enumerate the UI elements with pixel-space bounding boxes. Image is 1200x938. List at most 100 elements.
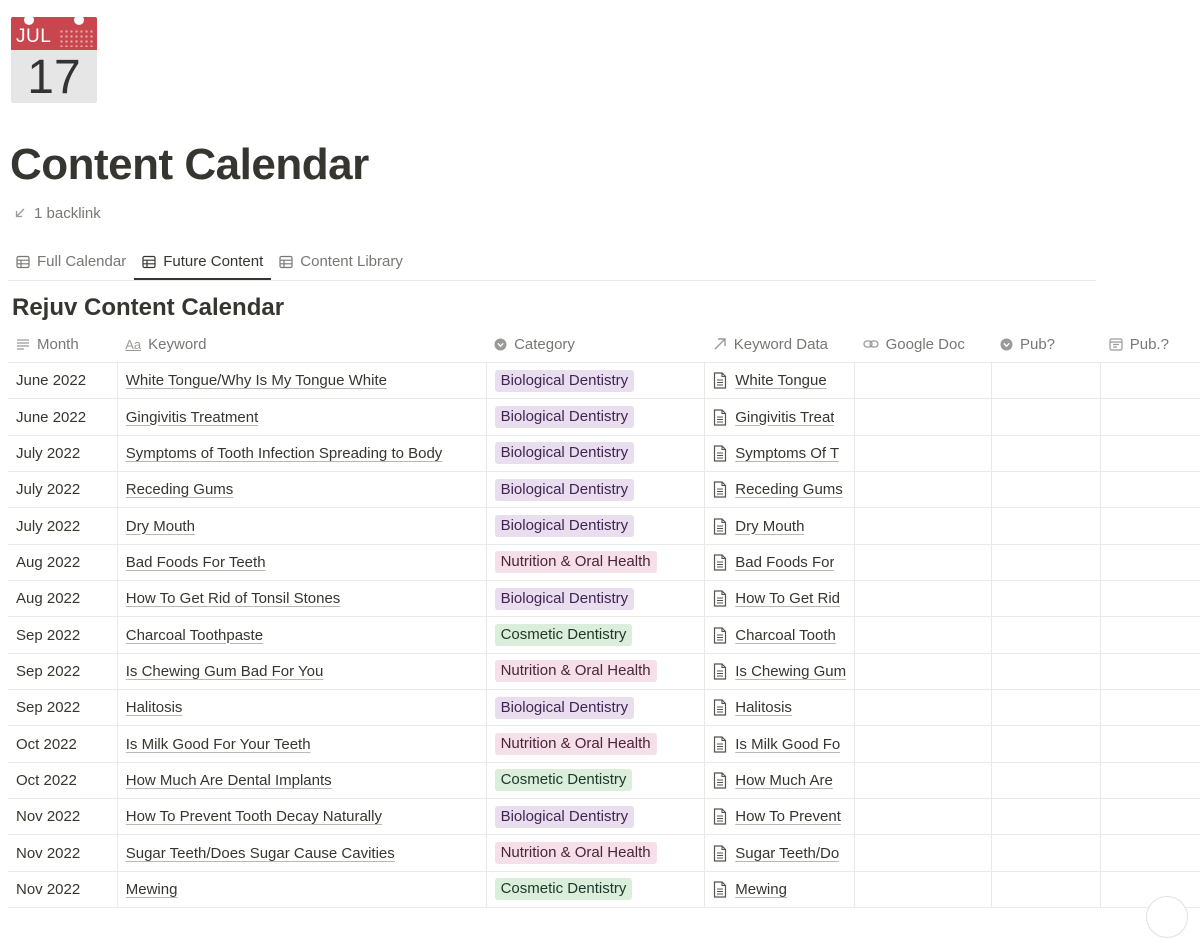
keyword-cell[interactable]: How Much Are Dental Implants — [117, 762, 487, 800]
keyword-data-link[interactable]: Is Milk Good Fo — [735, 736, 840, 753]
keyword-data-link[interactable]: Bad Foods For — [735, 554, 834, 571]
month-cell[interactable]: Sep 2022 — [8, 616, 118, 654]
keyword-data-cell[interactable]: Is Chewing Gum — [704, 653, 856, 691]
pub-date-cell[interactable] — [1100, 471, 1200, 509]
column-header-google-doc[interactable]: Google Doc — [854, 326, 992, 363]
pub-date-cell[interactable] — [1100, 507, 1200, 545]
keyword-data-link[interactable]: Receding Gums — [735, 481, 843, 498]
keyword-link[interactable]: Dry Mouth — [126, 518, 195, 535]
keyword-data-cell[interactable]: Bad Foods For — [704, 544, 856, 582]
category-cell[interactable]: Cosmetic Dentistry — [486, 762, 706, 800]
keyword-data-link[interactable]: Charcoal Tooth — [735, 627, 836, 644]
category-cell[interactable]: Cosmetic Dentistry — [486, 616, 706, 654]
pub-date-cell[interactable] — [1100, 435, 1200, 473]
keyword-cell[interactable]: How To Prevent Tooth Decay Naturally — [117, 798, 487, 836]
keyword-data-link[interactable]: How To Prevent — [735, 808, 841, 825]
google-doc-cell[interactable] — [854, 362, 993, 400]
month-cell[interactable]: Nov 2022 — [8, 834, 118, 872]
keyword-cell[interactable]: Symptoms of Tooth Infection Spreading to… — [117, 435, 487, 473]
keyword-link[interactable]: Halitosis — [126, 699, 183, 716]
keyword-data-cell[interactable]: How Much Are — [704, 762, 856, 800]
pub-cell[interactable] — [991, 834, 1102, 872]
pub-cell[interactable] — [991, 689, 1102, 727]
google-doc-cell[interactable] — [854, 507, 993, 545]
keyword-data-link[interactable]: Is Chewing Gum — [735, 663, 846, 680]
table-row[interactable]: Nov 2022 Mewing Cosmetic Dentistry Mewing — [8, 871, 1200, 909]
pub-cell[interactable] — [991, 544, 1102, 582]
google-doc-cell[interactable] — [854, 871, 993, 909]
month-cell[interactable]: June 2022 — [8, 398, 118, 436]
google-doc-cell[interactable] — [854, 798, 993, 836]
database-title[interactable]: Rejuv Content Calendar — [12, 294, 284, 322]
keyword-data-link[interactable]: Mewing — [735, 881, 787, 898]
table-row[interactable]: June 2022 White Tongue/Why Is My Tongue W… — [8, 362, 1200, 400]
keyword-cell[interactable]: Receding Gums — [117, 471, 487, 509]
category-cell[interactable]: Biological Dentistry — [486, 507, 706, 545]
calendar-icon[interactable]: JUL 17 — [11, 17, 97, 103]
column-header-pub[interactable]: Pub.? — [1100, 326, 1200, 363]
keyword-cell[interactable]: How To Get Rid of Tonsil Stones — [117, 580, 487, 618]
month-cell[interactable]: July 2022 — [8, 435, 118, 473]
keyword-link[interactable]: How To Prevent Tooth Decay Naturally — [126, 808, 382, 825]
page-title[interactable]: Content Calendar — [10, 140, 369, 190]
google-doc-cell[interactable] — [854, 834, 993, 872]
keyword-data-link[interactable]: How Much Are — [735, 772, 833, 789]
keyword-cell[interactable]: Is Chewing Gum Bad For You — [117, 653, 487, 691]
month-cell[interactable]: Oct 2022 — [8, 725, 118, 763]
tab-future-content[interactable]: Future Content — [134, 244, 272, 280]
pub-cell[interactable] — [991, 653, 1102, 691]
keyword-cell[interactable]: White Tongue/Why Is My Tongue White — [117, 362, 487, 400]
keyword-data-cell[interactable]: Is Milk Good Fo — [704, 725, 856, 763]
pub-cell[interactable] — [991, 798, 1102, 836]
category-cell[interactable]: Biological Dentistry — [486, 398, 706, 436]
keyword-data-link[interactable]: White Tongue — [735, 372, 826, 389]
keyword-link[interactable]: How To Get Rid of Tonsil Stones — [126, 590, 341, 607]
keyword-data-cell[interactable]: Mewing — [704, 871, 856, 909]
month-cell[interactable]: June 2022 — [8, 362, 118, 400]
category-cell[interactable]: Cosmetic Dentistry — [486, 871, 706, 909]
google-doc-cell[interactable] — [854, 725, 993, 763]
keyword-data-cell[interactable]: How To Prevent — [704, 798, 856, 836]
column-header-category[interactable]: Category — [486, 326, 705, 363]
keyword-link[interactable]: Sugar Teeth/Does Sugar Cause Cavities — [126, 845, 395, 862]
keyword-link[interactable]: Is Chewing Gum Bad For You — [126, 663, 324, 680]
pub-cell[interactable] — [991, 398, 1102, 436]
month-cell[interactable]: Sep 2022 — [8, 689, 118, 727]
pub-date-cell[interactable] — [1100, 725, 1200, 763]
table-row[interactable]: Aug 2022 Bad Foods For Teeth Nutrition & O… — [8, 544, 1200, 582]
month-cell[interactable]: July 2022 — [8, 507, 118, 545]
pub-date-cell[interactable] — [1100, 798, 1200, 836]
google-doc-cell[interactable] — [854, 398, 993, 436]
table-row[interactable]: Sep 2022 Halitosis Biological Dentistry Hal… — [8, 689, 1200, 727]
pub-date-cell[interactable] — [1100, 362, 1200, 400]
tab-content-library[interactable]: Content Library — [271, 244, 411, 279]
category-cell[interactable]: Biological Dentistry — [486, 798, 706, 836]
table-row[interactable]: Nov 2022 Sugar Teeth/Does Sugar Cause Cav… — [8, 834, 1200, 872]
table-row[interactable]: Aug 2022 How To Get Rid of Tonsil Stones B… — [8, 580, 1200, 618]
keyword-link[interactable]: Gingivitis Treatment — [126, 409, 259, 426]
google-doc-cell[interactable] — [854, 471, 993, 509]
pub-cell[interactable] — [991, 871, 1102, 909]
keyword-link[interactable]: Is Milk Good For Your Teeth — [126, 736, 311, 753]
google-doc-cell[interactable] — [854, 616, 993, 654]
keyword-data-cell[interactable]: Receding Gums — [704, 471, 856, 509]
month-cell[interactable]: Sep 2022 — [8, 653, 118, 691]
google-doc-cell[interactable] — [854, 689, 993, 727]
keyword-cell[interactable]: Mewing — [117, 871, 487, 909]
column-header-keyword[interactable]: Aa Keyword — [117, 326, 487, 363]
google-doc-cell[interactable] — [854, 762, 993, 800]
pub-cell[interactable] — [991, 507, 1102, 545]
pub-date-cell[interactable] — [1100, 762, 1200, 800]
pub-date-cell[interactable] — [1100, 398, 1200, 436]
pub-cell[interactable] — [991, 435, 1102, 473]
category-cell[interactable]: Biological Dentistry — [486, 435, 706, 473]
category-cell[interactable]: Nutrition & Oral Health — [486, 653, 706, 691]
column-header-keyword-data[interactable]: Keyword Data — [704, 326, 855, 363]
category-cell[interactable]: Nutrition & Oral Health — [486, 544, 706, 582]
pub-date-cell[interactable] — [1100, 544, 1200, 582]
keyword-cell[interactable]: Is Milk Good For Your Teeth — [117, 725, 487, 763]
keyword-link[interactable]: Symptoms of Tooth Infection Spreading to… — [126, 445, 443, 462]
backlink-button[interactable]: 1 backlink — [14, 205, 101, 222]
month-cell[interactable]: Oct 2022 — [8, 762, 118, 800]
category-cell[interactable]: Biological Dentistry — [486, 580, 706, 618]
